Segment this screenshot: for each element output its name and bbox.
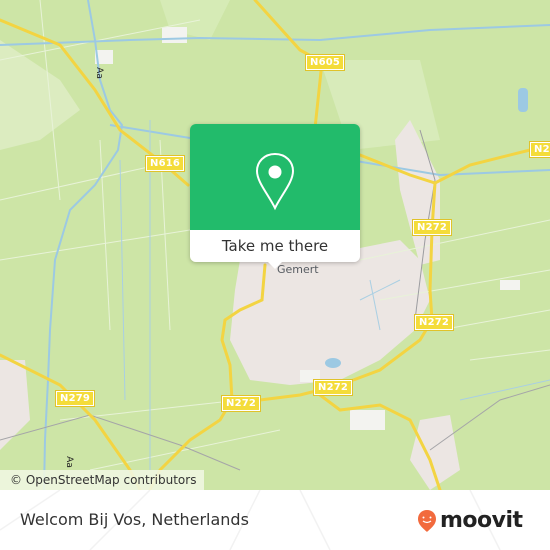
location-popup: Take me there xyxy=(190,124,360,269)
road-label-n605: N605 xyxy=(304,54,346,71)
popup-pointer xyxy=(267,261,283,269)
road-label-n272: N272 xyxy=(220,395,262,412)
pond xyxy=(325,358,341,368)
road-label-n272: N27 xyxy=(529,141,550,158)
road-label-n272: N272 xyxy=(411,219,453,236)
road-label-n272: N272 xyxy=(413,314,455,331)
location-pin-icon xyxy=(255,152,295,211)
road-label-n272: N272 xyxy=(312,379,354,396)
lake xyxy=(518,88,528,112)
road-label-n616: N616 xyxy=(144,155,186,172)
moovit-logo[interactable]: moovit xyxy=(417,509,523,533)
location-title: Welcom Bij Vos, Netherlands xyxy=(20,510,249,529)
map-attribution[interactable]: © OpenStreetMap contributors xyxy=(0,470,205,490)
water-label-aa: Aa xyxy=(63,456,74,468)
moovit-wordmark: moovit xyxy=(440,508,523,533)
road-label-n279: N279 xyxy=(54,390,96,407)
popup-header xyxy=(190,124,360,230)
moovit-pin-icon xyxy=(418,510,436,532)
take-me-there-button[interactable]: Take me there xyxy=(190,230,360,262)
place-label-gemert: Gemert xyxy=(277,263,319,276)
water-label-aa: Aa xyxy=(93,67,104,79)
